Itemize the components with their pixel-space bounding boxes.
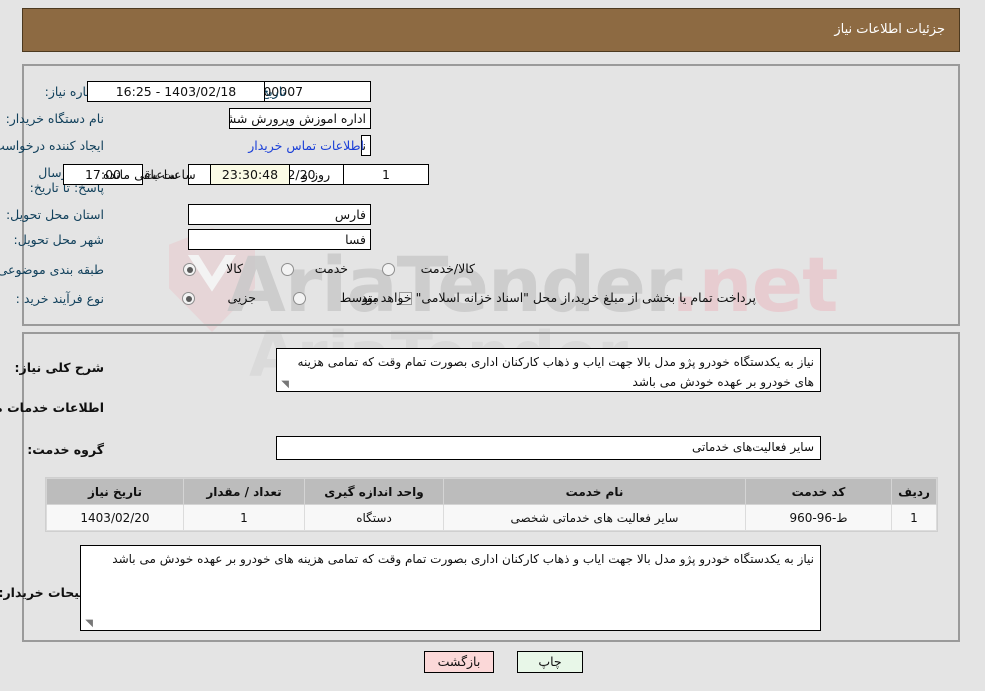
service-group-value-field[interactable]: سایر فعالیت‌های خدماتی: [277, 436, 822, 460]
city-value: فسا: [189, 229, 372, 250]
deadline-days-value: 1: [344, 164, 430, 185]
radio-purchase-jozi-label: جزیی: [228, 290, 257, 305]
radio-subject-khedmat[interactable]: [282, 263, 295, 276]
col-header-unit: واحد اندازه گیری: [305, 478, 445, 505]
resize-grip-icon[interactable]: ◥: [280, 380, 290, 390]
need-summary-textarea[interactable]: نیاز به یکدستگاه خودرو پژو مدل بالا جهت …: [277, 348, 822, 392]
need-info-panel: [23, 64, 961, 326]
page-title: جزئیات اطلاعات نیاز: [835, 22, 946, 37]
purchase-type-label: نوع فرآیند خرید :: [16, 291, 105, 306]
col-header-need-date: تاریخ نیاز: [47, 478, 185, 505]
buyer-org-label: نام دستگاه خریدار:: [6, 111, 105, 126]
province-label: استان محل تحویل:: [6, 207, 105, 222]
deadline-days-unit-label: روز و: [303, 167, 332, 182]
subject-category-label: طبقه بندی موضوعی:: [0, 262, 105, 277]
resize-grip-icon-notes[interactable]: ◥: [84, 619, 94, 629]
announce-datetime-value: 1403/02/18 - 16:25: [88, 81, 266, 102]
service-group-value: سایر فعالیت‌های خدماتی: [692, 440, 815, 454]
cell-quantity: 1: [184, 504, 306, 531]
cell-need-date: 1403/02/20: [47, 504, 185, 531]
deadline-countdown-value: 23:30:48: [211, 164, 291, 185]
city-label: شهر محل تحویل:: [14, 232, 105, 247]
col-header-service-code: کد خدمت: [746, 478, 893, 505]
table-row[interactable]: 1 ط-96-960 سایر فعالیت های خدماتی شخصی د…: [47, 504, 938, 531]
radio-subject-kala-khedmat[interactable]: [383, 263, 396, 276]
col-header-quantity: تعداد / مقدار: [184, 478, 306, 505]
radio-subject-khedmat-label: خدمت: [315, 261, 349, 276]
col-header-row-no: ردیف: [892, 478, 938, 505]
cell-row-no: 1: [892, 504, 938, 531]
print-button[interactable]: چاپ: [518, 651, 584, 673]
province-value: فارس: [189, 204, 372, 225]
buyer-notes-textarea[interactable]: نیاز به یکدستگاه خودرو پژو مدل بالا جهت …: [81, 545, 822, 631]
cell-unit: دستگاه: [305, 504, 445, 531]
service-group-label: گروه خدمت:: [28, 442, 105, 457]
request-creator-label: ایجاد کننده درخواست:: [0, 138, 105, 153]
buyer-contact-link[interactable]: اطلاعات تماس خریدار: [243, 138, 365, 153]
deadline-countdown-unit-label: ساعت باقی مانده: [104, 167, 197, 182]
table-header-row: ردیف کد خدمت نام خدمت واحد اندازه گیری ت…: [47, 478, 938, 505]
need-summary-label: شرح کلی نیاز:: [15, 360, 105, 375]
checkbox-islamic-treasury-bonds-label: پرداخت تمام یا بخشی از مبلغ خرید،از محل …: [358, 290, 757, 305]
radio-subject-kala-khedmat-label: کالا/خدمت: [421, 261, 476, 276]
need-summary-text: نیاز به یکدستگاه خودرو پژو مدل بالا جهت …: [298, 355, 815, 389]
radio-subject-kala-label: کالا: [227, 261, 244, 276]
col-header-service-name: نام خدمت: [444, 478, 747, 505]
services-table: ردیف کد خدمت نام خدمت واحد اندازه گیری ت…: [47, 478, 938, 531]
services-table-wrapper: ردیف کد خدمت نام خدمت واحد اندازه گیری ت…: [46, 477, 939, 532]
radio-purchase-jozi[interactable]: [183, 292, 196, 305]
cell-service-code: ط-96-960: [746, 504, 893, 531]
cell-service-name: سایر فعالیت های خدماتی شخصی: [444, 504, 747, 531]
radio-purchase-motavaset[interactable]: [294, 292, 307, 305]
buyer-org-value: اداره اموزش وپرورش ششده وقره بلاغ: [230, 108, 372, 129]
radio-subject-kala[interactable]: [184, 263, 197, 276]
services-section-heading: اطلاعات خدمات مورد نیاز: [0, 400, 105, 415]
back-button[interactable]: بازگشت: [425, 651, 495, 673]
buyer-notes-text: نیاز به یکدستگاه خودرو پژو مدل بالا جهت …: [113, 552, 815, 566]
page-header: جزئیات اطلاعات نیاز: [23, 8, 961, 52]
